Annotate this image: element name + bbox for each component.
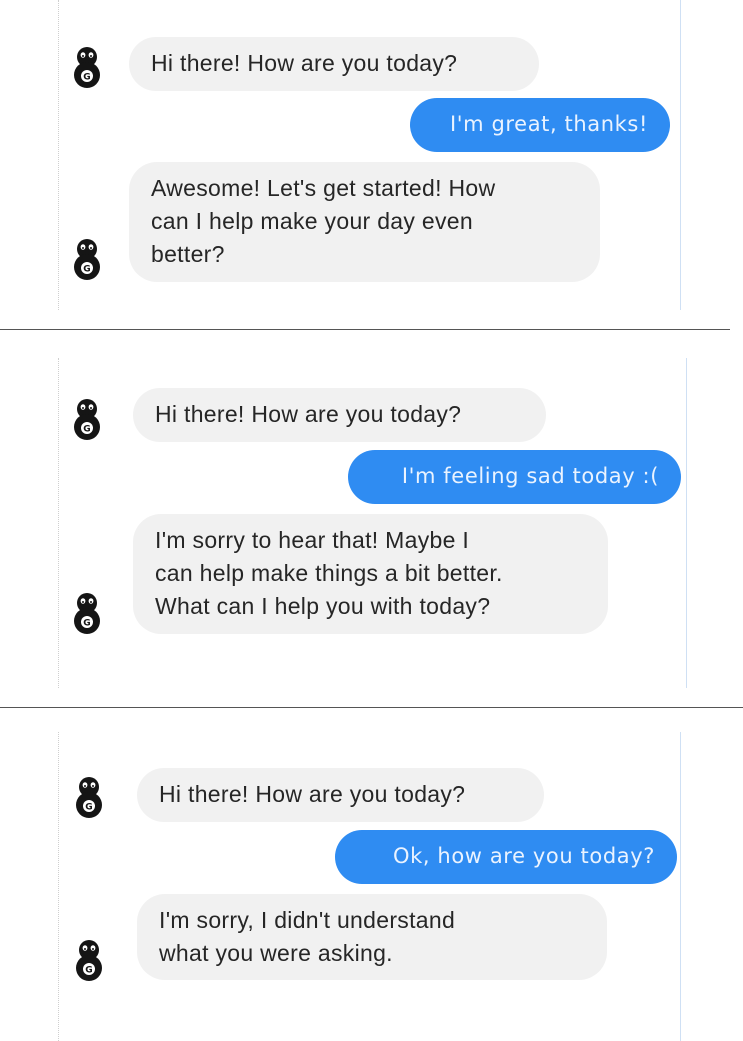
avatar-badge: G bbox=[83, 619, 90, 629]
chat-panel-3: G Hi there! How are you today? Ok, how a… bbox=[0, 732, 743, 1041]
bot-message: I'm sorry, I didn't understand what you … bbox=[137, 894, 607, 980]
bot-message: Awesome! Let's get started! How can I he… bbox=[129, 162, 600, 282]
user-message: I'm feeling sad today :( bbox=[348, 450, 681, 504]
bot-message: I'm sorry to hear that! Maybe I can help… bbox=[133, 514, 608, 634]
bot-avatar-icon: G bbox=[74, 399, 100, 440]
user-message: Ok, how are you today? bbox=[335, 830, 677, 884]
bot-avatar-icon: G bbox=[74, 239, 100, 280]
bot-avatar-icon: G bbox=[74, 47, 100, 88]
bot-message: Hi there! How are you today? bbox=[137, 768, 544, 822]
avatar-badge: G bbox=[83, 265, 90, 275]
panel-divider bbox=[0, 707, 743, 708]
avatar-badge: G bbox=[83, 425, 90, 435]
avatar-badge: G bbox=[85, 966, 92, 976]
chat-panel-2: G Hi there! How are you today? I'm feeli… bbox=[0, 358, 743, 688]
bot-message: Hi there! How are you today? bbox=[129, 37, 539, 91]
bot-avatar-icon: G bbox=[76, 940, 102, 981]
panel-divider bbox=[0, 329, 730, 330]
avatar-badge: G bbox=[85, 803, 92, 813]
bot-message: Hi there! How are you today? bbox=[133, 388, 546, 442]
avatar-badge: G bbox=[83, 73, 90, 83]
chat-panel-1: G Hi there! How are you today? I'm great… bbox=[0, 0, 743, 310]
bot-avatar-icon: G bbox=[74, 593, 100, 634]
user-message: I'm great, thanks! bbox=[410, 98, 670, 152]
bot-avatar-icon: G bbox=[76, 777, 102, 818]
